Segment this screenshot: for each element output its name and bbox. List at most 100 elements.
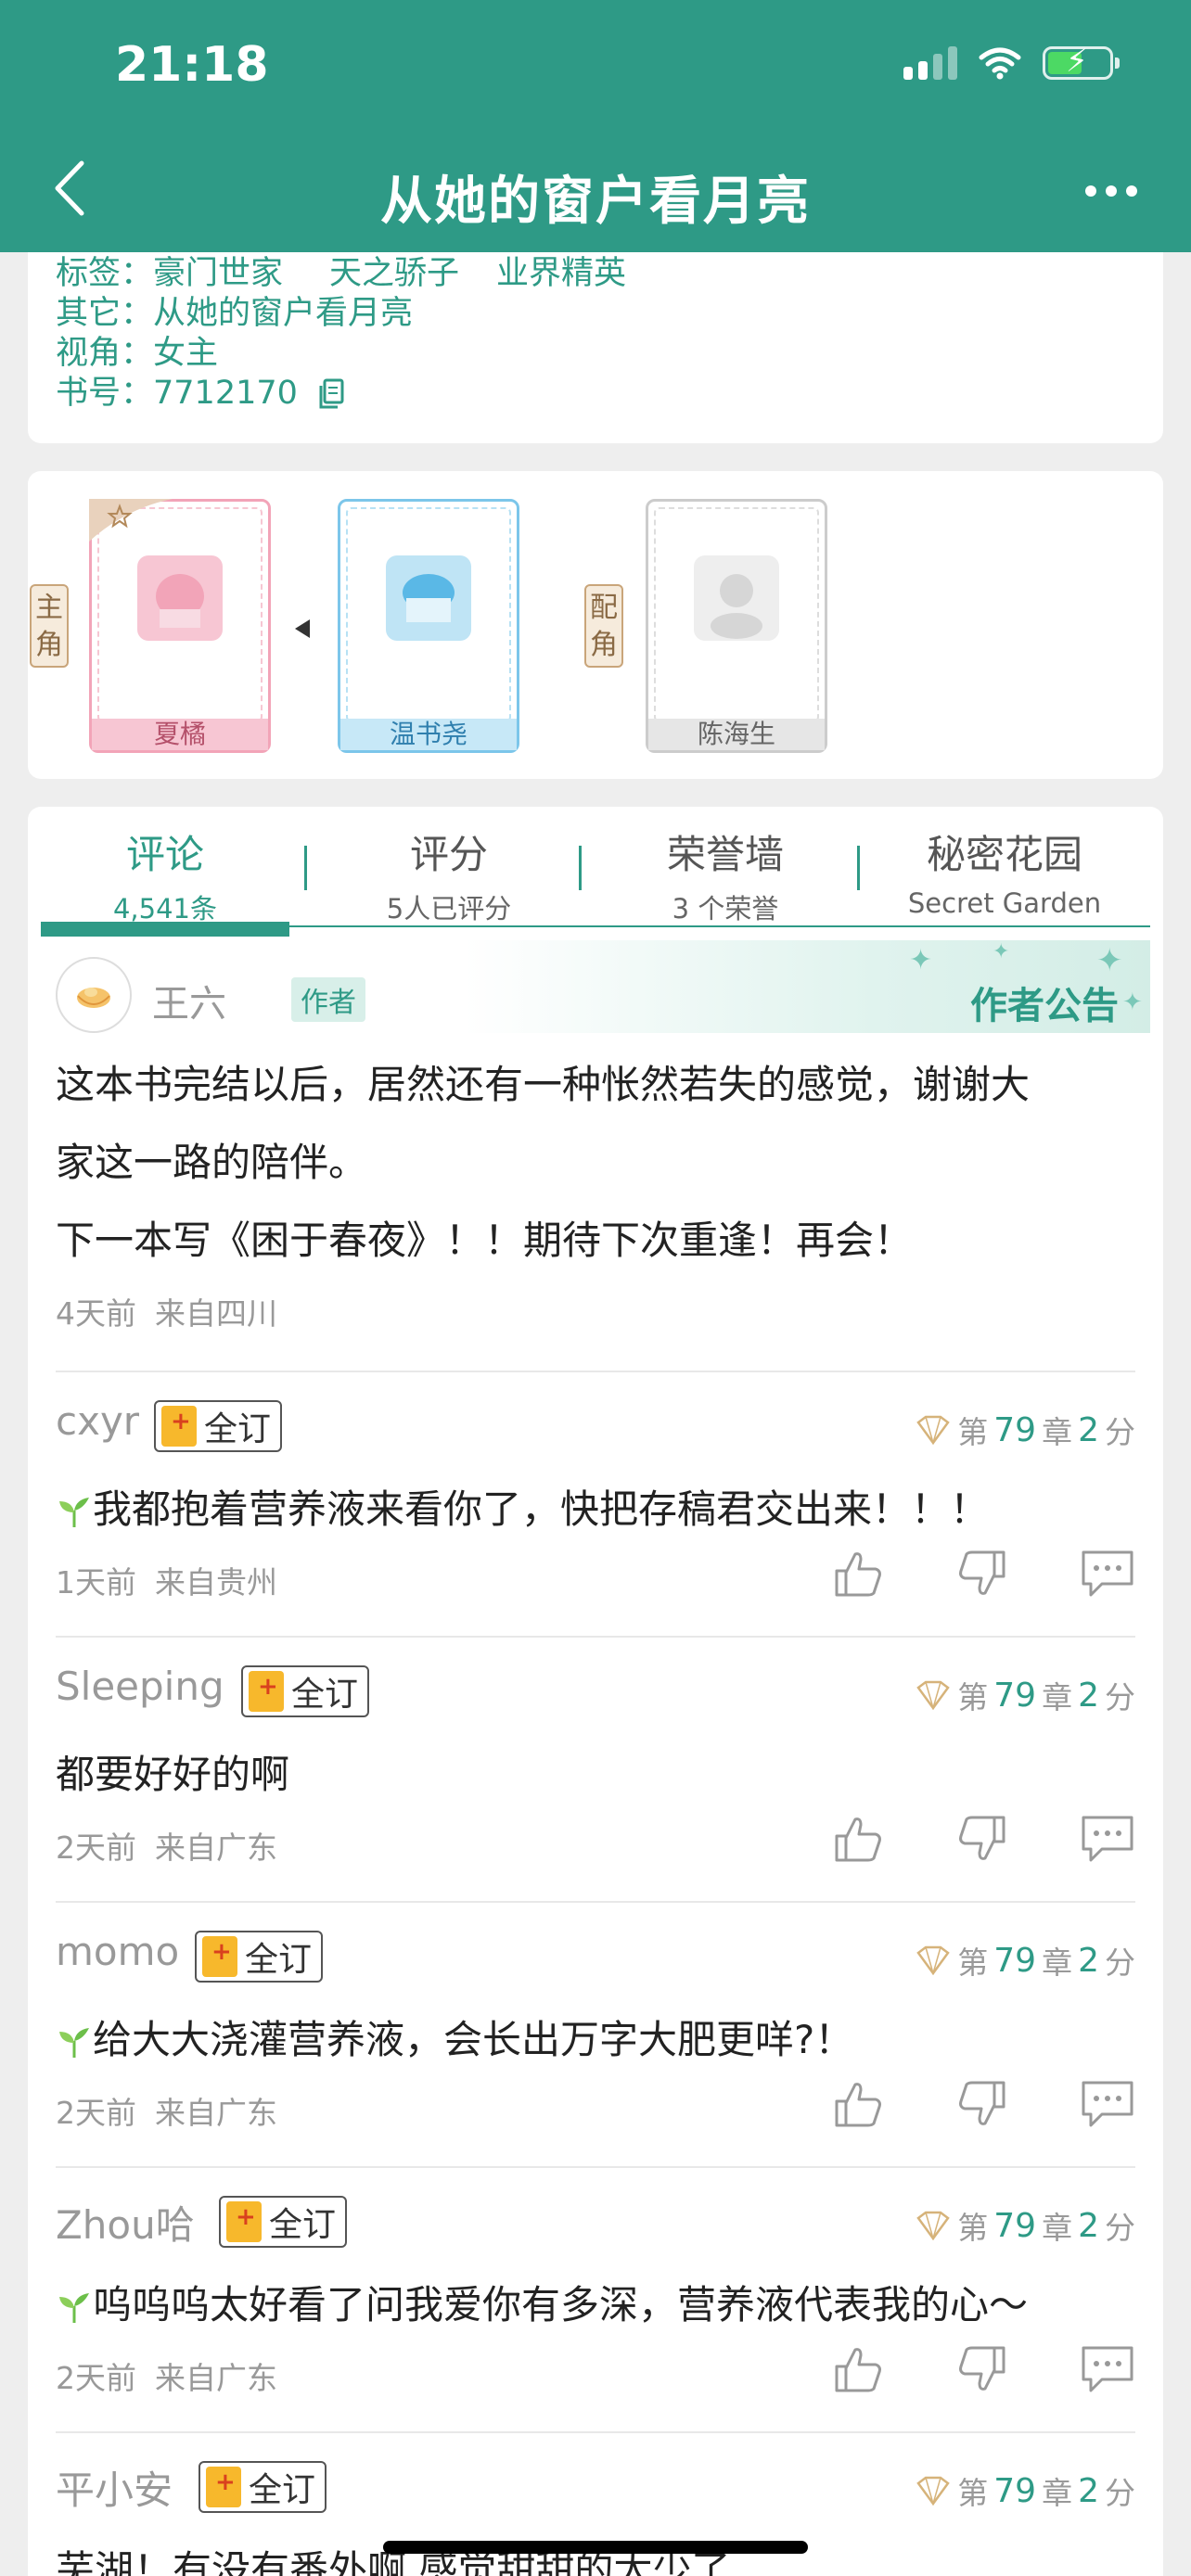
tab-subtitle: 5人已评分 <box>386 893 512 925</box>
reply-icon[interactable] <box>1080 1547 1135 1600</box>
comment-username[interactable]: 平小安 <box>56 2459 173 2516</box>
comment-actions <box>831 2077 1135 2131</box>
dislike-icon[interactable] <box>955 2342 1009 2396</box>
comment-username[interactable]: momo <box>56 1929 179 1974</box>
avatar <box>386 555 471 641</box>
perspective-row: 视角：女主 <box>56 334 1163 374</box>
full-subscription-badge: 全订 <box>241 1665 370 1717</box>
dislike-icon[interactable] <box>955 1812 1009 1866</box>
comment-chapter-score: 第 79 章 2 分 <box>915 1408 1135 1452</box>
diamond-icon <box>916 1680 951 1710</box>
status-time: 21:18 <box>115 37 269 93</box>
tag-link[interactable]: 天之骄子 <box>329 255 459 292</box>
tab-subtitle: 4,541条 <box>112 893 218 925</box>
sparkle-icon: ✦ <box>909 944 933 976</box>
book-number-row: 书号：7712170 <box>56 374 1163 414</box>
tab-ratings[interactable]: 评分 5人已评分 <box>356 823 542 926</box>
tab-bar: 评论 4,541条 评分 5人已评分 荣誉墙 3 个荣誉 秘密花园 Secret… <box>41 807 1150 937</box>
notice-line: 家这一路的陪伴。 <box>56 1140 368 1185</box>
score-unit: 分 <box>1105 2210 1135 2246</box>
tab-secret-garden[interactable]: 秘密花园 Secret Garden <box>879 823 1130 919</box>
diamond-icon <box>916 1415 951 1445</box>
author-name[interactable]: 王六 <box>152 974 226 1027</box>
comment-item: cxyr 全订 第79章2分我都抱着营养液来看你了，快把存稿君交出来！！！ 1天前来自… <box>56 1371 1135 1636</box>
roles-card: 主角 夏橘 温书尧 配角 陈海生 <box>28 471 1163 779</box>
author-notice-label: 作者公告 <box>970 985 1119 1027</box>
avatar <box>137 555 223 641</box>
comment-meta: 2天前 来自广东 <box>56 2353 296 2398</box>
bookmark-icon <box>161 1406 197 1447</box>
reply-icon[interactable] <box>1080 2077 1135 2131</box>
badge-label: 全订 <box>291 1676 359 1714</box>
tab-active-indicator <box>41 922 289 937</box>
diamond-icon <box>916 2211 951 2240</box>
avatar-icon <box>77 988 110 1008</box>
comment-username[interactable]: Sleeping <box>56 1664 224 1709</box>
comment-body: 呜呜呜太好看了问我爱你有多深，营养液代表我的心～ <box>93 2282 1029 2327</box>
comment-text: 给大大浇灌营养液，会长出万字大肥更咩?！ <box>56 2009 853 2065</box>
sprout-icon <box>59 2292 89 2323</box>
comment-chapter-score: 第 79 章 2 分 <box>915 2468 1135 2513</box>
reply-icon[interactable] <box>1080 2342 1135 2396</box>
score-value: 2 <box>1078 1676 1099 1715</box>
sparkle-icon: ✦ <box>1122 988 1143 1016</box>
tab-comments[interactable]: 评论 4,541条 <box>87 823 243 926</box>
chapter-prefix: 第 <box>957 1945 989 1981</box>
comment-username[interactable]: cxyr <box>56 1398 139 1444</box>
notice-line: 这本书完结以后，居然还有一种怅然若失的感觉，谢谢大 <box>56 1062 1031 1107</box>
comment-item: momo 全订 第79章2分给大大浇灌营养液，会长出万字大肥更咩?！ 2天前来自广东 <box>56 1901 1135 2166</box>
chapter-prefix: 第 <box>957 1414 989 1450</box>
bookmark-icon <box>226 2201 262 2242</box>
chapter-unit: 章 <box>1042 1414 1073 1450</box>
copy-icon[interactable] <box>317 378 345 410</box>
like-icon[interactable] <box>831 1547 885 1600</box>
character-card[interactable]: 温书尧 <box>338 499 519 753</box>
comment-meta: 1天前 来自贵州 <box>56 1558 296 1602</box>
author-avatar[interactable] <box>56 957 132 1033</box>
comments-card: 评论 4,541条 评分 5人已评分 荣誉墙 3 个荣誉 秘密花园 Secret… <box>28 807 1163 2576</box>
like-icon[interactable] <box>831 2342 885 2396</box>
post-location: 来自四川 <box>155 1295 277 1332</box>
comment-item: Zhou哈 全订 第79章2分呜呜呜太好看了问我爱你有多深，营养液代表我的心～ 2天前… <box>56 2166 1135 2431</box>
comment-item: Sleeping 全订 第79章2分都要好好的啊 2天前来自广东 <box>56 1636 1135 1901</box>
chapter-prefix: 第 <box>957 2475 989 2511</box>
character-card[interactable]: 夏橘 <box>89 499 271 753</box>
post-time: 4天前 <box>56 1295 136 1332</box>
comment-chapter-score: 第 79 章 2 分 <box>915 1938 1135 1983</box>
tab-honor-wall[interactable]: 荣誉墙 3 个荣誉 <box>633 823 818 926</box>
full-subscription-badge: 全订 <box>195 1931 324 1983</box>
character-card[interactable]: 陈海生 <box>646 499 827 753</box>
score-unit: 分 <box>1105 1945 1135 1981</box>
comment-meta: 2天前 来自广东 <box>56 2088 296 2133</box>
tag-link[interactable]: 业界精英 <box>496 255 626 292</box>
post-time: 2天前 <box>56 2095 136 2131</box>
tab-divider <box>304 846 307 890</box>
dislike-icon[interactable] <box>955 1547 1009 1600</box>
post-time: 2天前 <box>56 1830 136 1866</box>
comment-body: 都要好好的啊 <box>56 1752 290 1797</box>
dislike-icon[interactable] <box>955 2077 1009 2131</box>
chapter-number: 79 <box>993 2206 1037 2245</box>
comment-username[interactable]: Zhou哈 <box>56 2194 195 2251</box>
character-name: 陈海生 <box>648 719 825 750</box>
author-notice-meta: 4天前 来自四川 <box>56 1289 296 1333</box>
comment-text: 呜呜呜太好看了问我爱你有多深，营养液代表我的心～ <box>56 2274 1028 2330</box>
bookmark-icon <box>202 1936 237 1977</box>
status-icons: ⚡ <box>903 45 1120 80</box>
badge-label: 全订 <box>269 2206 337 2244</box>
comment-text: 都要好好的啊 <box>56 1743 289 1800</box>
full-subscription-badge: 全订 <box>154 1400 283 1452</box>
like-icon[interactable] <box>831 2077 885 2131</box>
reply-icon[interactable] <box>1080 1812 1135 1866</box>
chapter-prefix: 第 <box>957 1679 989 1715</box>
tab-subtitle: 3 个荣誉 <box>672 893 779 925</box>
sparkle-icon: ✦ <box>1096 942 1123 979</box>
diamond-icon <box>916 2476 951 2506</box>
like-icon[interactable] <box>831 1812 885 1866</box>
chapter-number: 79 <box>993 1941 1037 1980</box>
more-icon[interactable] <box>1085 185 1137 197</box>
tag-link[interactable]: 豪门世家 <box>153 255 283 292</box>
tab-title: 评分 <box>409 832 488 877</box>
sprout-icon <box>59 2027 89 2058</box>
other-label: 其它： <box>56 295 154 332</box>
